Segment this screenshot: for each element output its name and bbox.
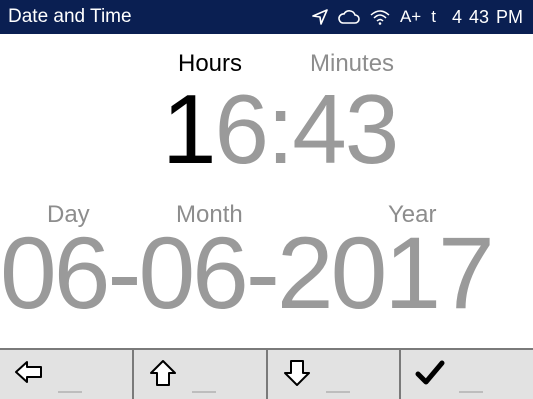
status-icons: A+ t 4 43 PM [312, 0, 523, 34]
cloud-icon [338, 9, 360, 25]
softkey-underline [191, 391, 216, 393]
day-value[interactable]: 06 [0, 216, 110, 330]
confirm-button[interactable] [401, 350, 533, 399]
up-button[interactable] [134, 350, 268, 399]
clock-time: 4 43 PM [451, 6, 523, 27]
signal-text: A+ [399, 7, 422, 26]
date-display[interactable]: 06-06-2017 [0, 222, 495, 324]
location-arrow-icon [312, 9, 328, 25]
softkey-underline [459, 391, 484, 393]
date-separator: - [107, 216, 141, 330]
date-separator: - [245, 216, 280, 330]
mode-indicator: t [431, 7, 436, 26]
status-bar: Date and Time A+ t 4 43 PM [0, 0, 533, 34]
year-value[interactable]: 2017 [277, 216, 495, 330]
softkey-underline [325, 391, 350, 393]
month-value[interactable]: 06 [138, 216, 248, 330]
time-separator: : [267, 74, 294, 184]
minutes-value[interactable]: 43 [292, 74, 399, 184]
softkey-underline [58, 391, 82, 393]
hour-digit-1[interactable]: 1 [162, 74, 216, 184]
hour-digit-2[interactable]: 6 [215, 74, 269, 184]
left-button[interactable] [0, 350, 134, 399]
wifi-icon [370, 9, 390, 25]
time-display[interactable]: 16:43 [162, 80, 399, 178]
softkey-bar [0, 348, 533, 399]
down-button[interactable] [268, 350, 402, 399]
screen-title: Date and Time [8, 6, 132, 27]
